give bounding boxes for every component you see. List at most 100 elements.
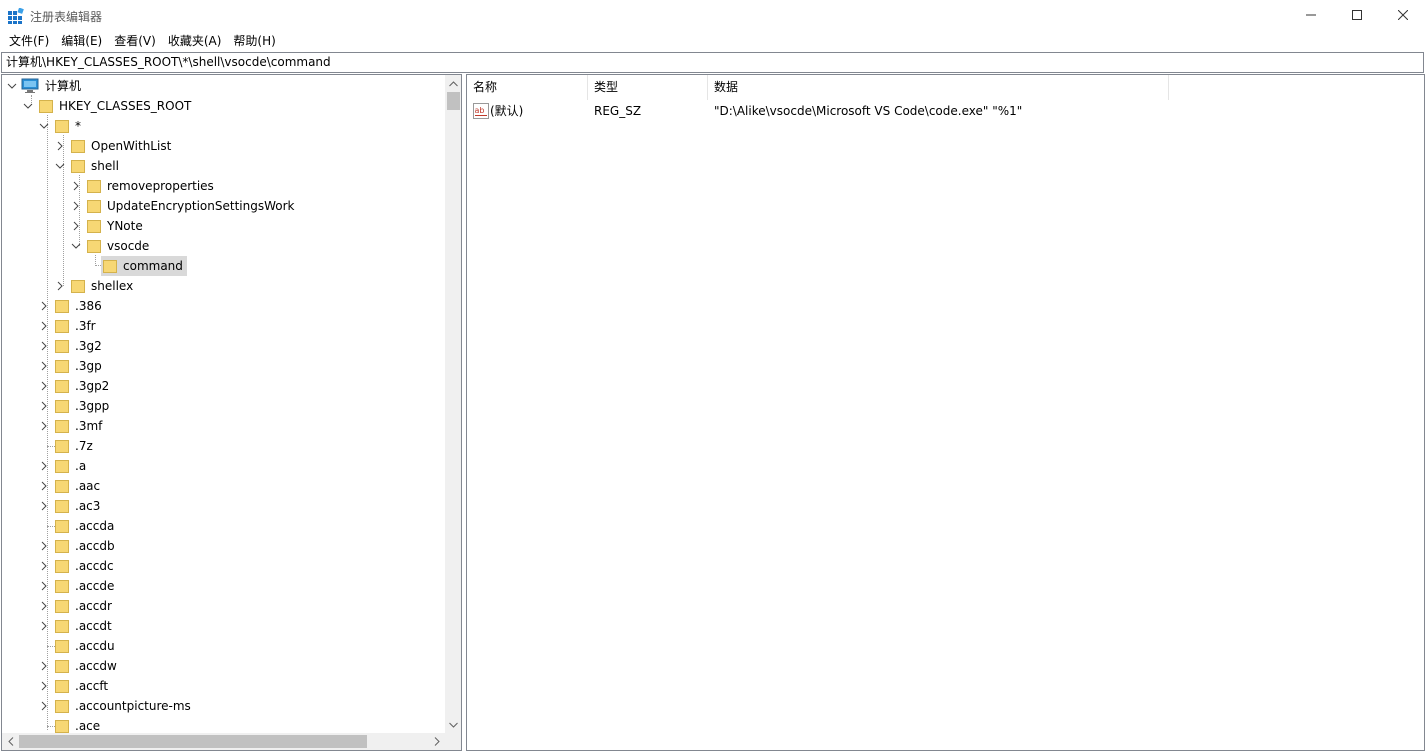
tree-label: .accde	[75, 579, 115, 593]
registry-tree[interactable]: 计算机 HKEY_CLASSES_ROOT * OpenWithList she…	[2, 75, 445, 733]
tree-node-openwithlist[interactable]: OpenWithList	[55, 136, 173, 156]
expand-icon[interactable]	[55, 281, 65, 291]
tree-horizontal-scrollbar[interactable]	[2, 733, 445, 750]
scroll-thumb[interactable]	[19, 735, 367, 748]
tree-node-vsocde[interactable]: vsocde	[71, 236, 151, 256]
expand-icon[interactable]	[39, 361, 49, 371]
scroll-thumb[interactable]	[447, 92, 460, 110]
tree-node-extension[interactable]: .aac	[39, 476, 102, 496]
scroll-right-icon[interactable]	[428, 733, 445, 750]
expand-icon[interactable]	[39, 481, 49, 491]
tree-vertical-scrollbar[interactable]	[445, 75, 461, 733]
collapse-icon[interactable]	[39, 121, 49, 131]
expand-icon[interactable]	[39, 581, 49, 591]
tree-node-extension[interactable]: .accdu	[39, 636, 117, 656]
tree-node-extension[interactable]: .accountpicture-ms	[39, 696, 193, 716]
tree-node-extension[interactable]: .accde	[39, 576, 116, 596]
close-button[interactable]	[1380, 0, 1426, 30]
expand-icon[interactable]	[39, 701, 49, 711]
values-pane[interactable]: 名称 类型 数据 ab (默认) REG_SZ "D:\Alike\vsocde…	[466, 74, 1425, 751]
expand-icon[interactable]	[39, 301, 49, 311]
scroll-left-icon[interactable]	[2, 733, 19, 750]
tree-node-extension[interactable]: .accdt	[39, 616, 114, 636]
expand-icon[interactable]	[39, 621, 49, 631]
expand-icon[interactable]	[39, 401, 49, 411]
column-header-name[interactable]: 名称	[467, 75, 588, 100]
menu-help[interactable]: 帮助(H)	[227, 31, 281, 51]
value-row[interactable]: ab (默认) REG_SZ "D:\Alike\vsocde\Microsof…	[467, 101, 1367, 121]
column-header-data[interactable]: 数据	[708, 75, 1169, 100]
expand-icon[interactable]	[39, 321, 49, 331]
tree-label: shellex	[91, 279, 134, 293]
expand-icon[interactable]	[39, 681, 49, 691]
expand-icon[interactable]	[39, 601, 49, 611]
tree-label: .aac	[75, 479, 101, 493]
column-header-type[interactable]: 类型	[588, 75, 708, 100]
tree-node-extension[interactable]: .ac3	[39, 496, 102, 516]
tree-node-extension[interactable]: .3gp2	[39, 376, 111, 396]
folder-icon	[55, 400, 69, 413]
collapse-icon[interactable]	[55, 161, 65, 171]
menu-edit[interactable]: 编辑(E)	[55, 31, 108, 51]
tree-node-updateencryption[interactable]: UpdateEncryptionSettingsWork	[71, 196, 297, 216]
tree-node-shell[interactable]: shell	[55, 156, 121, 176]
scroll-down-icon[interactable]	[445, 716, 461, 733]
maximize-button[interactable]	[1334, 0, 1380, 30]
tree-node-extension[interactable]: .3mf	[39, 416, 104, 436]
tree-node-extension[interactable]: .3gp	[39, 356, 104, 376]
expand-icon[interactable]	[39, 561, 49, 571]
expand-icon[interactable]	[71, 181, 81, 191]
expand-icon[interactable]	[39, 501, 49, 511]
tree-label: removeproperties	[107, 179, 214, 193]
expand-icon[interactable]	[39, 461, 49, 471]
expand-icon[interactable]	[71, 221, 81, 231]
expand-icon[interactable]	[39, 661, 49, 671]
reg-sz-icon: ab	[473, 103, 489, 119]
expand-icon[interactable]	[71, 201, 81, 211]
window-title: 注册表编辑器	[30, 10, 103, 24]
tree-label: .3g2	[75, 339, 102, 353]
tree-node-extension[interactable]: .accda	[39, 516, 116, 536]
address-bar[interactable]: 计算机\HKEY_CLASSES_ROOT\*\shell\vsocde\com…	[1, 52, 1424, 73]
folder-icon	[55, 340, 69, 353]
tree-node-extension[interactable]: .386	[39, 296, 104, 316]
expand-icon[interactable]	[39, 341, 49, 351]
tree-node-extension[interactable]: .accdr	[39, 596, 114, 616]
title-bar[interactable]: 注册表编辑器	[0, 0, 1426, 31]
tree-node-extension[interactable]: .accft	[39, 676, 110, 696]
tree-label: .accountpicture-ms	[75, 699, 191, 713]
menu-favorites[interactable]: 收藏夹(A)	[162, 31, 228, 51]
folder-icon	[71, 140, 85, 153]
expand-icon[interactable]	[55, 141, 65, 151]
menu-view[interactable]: 查看(V)	[108, 31, 162, 51]
tree-node-command[interactable]: command	[101, 256, 187, 276]
tree-node-shellex[interactable]: shellex	[55, 276, 135, 296]
tree-node-extension[interactable]: .7z	[39, 436, 95, 456]
tree-node-extension[interactable]: .accdc	[39, 556, 116, 576]
minimize-button[interactable]	[1288, 0, 1334, 30]
tree-label: .3gpp	[75, 399, 110, 413]
tree-node-extension[interactable]: .accdw	[39, 656, 119, 676]
tree-node-star[interactable]: *	[39, 116, 83, 136]
tree-node-extension[interactable]: .a	[39, 456, 88, 476]
collapse-icon[interactable]	[23, 101, 33, 111]
tree-node-extension[interactable]: .ace	[39, 716, 102, 733]
tree-node-extension[interactable]: .3g2	[39, 336, 104, 356]
tree-node-extension[interactable]: .3fr	[39, 316, 98, 336]
tree-node-hkcr[interactable]: HKEY_CLASSES_ROOT	[23, 96, 193, 116]
expand-icon[interactable]	[39, 381, 49, 391]
menu-file[interactable]: 文件(F)	[3, 31, 55, 51]
tree-node-extension[interactable]: .3gpp	[39, 396, 111, 416]
expand-icon[interactable]	[39, 541, 49, 551]
tree-pane[interactable]: 计算机 HKEY_CLASSES_ROOT * OpenWithList she…	[1, 74, 462, 751]
tree-label: command	[121, 257, 185, 275]
tree-node-ynote[interactable]: YNote	[71, 216, 145, 236]
collapse-icon[interactable]	[7, 81, 17, 91]
collapse-icon[interactable]	[71, 241, 81, 251]
tree-node-computer[interactable]: 计算机	[7, 76, 83, 96]
scroll-up-icon[interactable]	[445, 75, 461, 92]
tree-node-removeproperties[interactable]: removeproperties	[71, 176, 216, 196]
expand-icon[interactable]	[39, 421, 49, 431]
menu-bar: 文件(F) 编辑(E) 查看(V) 收藏夹(A) 帮助(H)	[0, 31, 1426, 51]
tree-node-extension[interactable]: .accdb	[39, 536, 117, 556]
